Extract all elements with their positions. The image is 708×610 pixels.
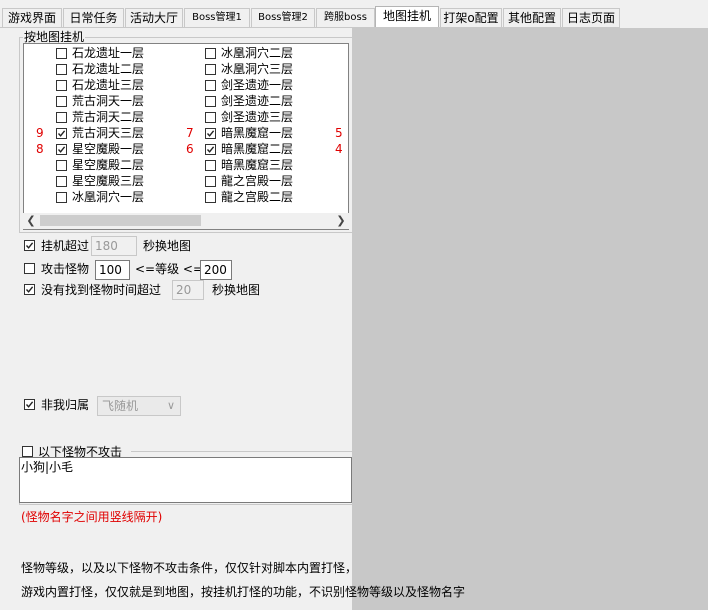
map-order-number: 6 bbox=[186, 142, 194, 156]
exclude-monster-textarea[interactable]: 小狗|小毛 bbox=[19, 457, 352, 503]
map-checkbox[interactable] bbox=[56, 80, 67, 91]
map-item-label: 荒古洞天三层 bbox=[72, 126, 145, 140]
map-item-label: 冰凰洞穴一层 bbox=[72, 190, 145, 204]
map-checkbox[interactable] bbox=[56, 144, 67, 155]
map-checkbox[interactable] bbox=[205, 192, 216, 203]
map-item-label: 暗黑魔窟三层 bbox=[221, 158, 294, 172]
map-item-label: 暗黑魔窟二层 bbox=[221, 142, 294, 156]
map-item-label: 石龙遗址一层 bbox=[72, 46, 145, 60]
exclude-checkbox[interactable] bbox=[22, 446, 33, 457]
no-monster-label: 没有找到怪物时间超过 bbox=[41, 283, 162, 297]
map-item-label: 冰凰洞穴三层 bbox=[221, 62, 294, 76]
map-item-label: 石龙遗址三层 bbox=[72, 78, 145, 92]
map-checkbox[interactable] bbox=[56, 192, 67, 203]
hang-over-checkbox[interactable] bbox=[24, 240, 35, 251]
empty-pane bbox=[352, 28, 708, 610]
map-item-label: 剑圣遗迹一层 bbox=[221, 78, 294, 92]
map-checkbox[interactable] bbox=[205, 96, 216, 107]
chevron-down-icon: ∨ bbox=[166, 399, 175, 412]
map-checkbox[interactable] bbox=[205, 176, 216, 187]
tab-activity-hall[interactable]: 活动大厅 bbox=[125, 8, 183, 27]
map-item-label: 暗黑魔窟一层 bbox=[221, 126, 294, 140]
tab-fight-config[interactable]: 打架o配置 bbox=[440, 8, 502, 27]
note-line-1: 怪物等级，以及以下怪物不攻击条件，仅仅针对脚本内置打怪， bbox=[21, 561, 358, 575]
tab-cross-server-boss[interactable]: 跨服boss bbox=[316, 8, 375, 27]
hang-over-suffix: 秒换地图 bbox=[143, 239, 192, 253]
map-item-label: 荒古洞天一层 bbox=[72, 94, 145, 108]
map-item-label: 星空魔殿一层 bbox=[72, 142, 145, 156]
map-checkbox[interactable] bbox=[56, 96, 67, 107]
exclude-hint: (怪物名字之间用竖线隔开) bbox=[21, 510, 163, 524]
map-checkbox[interactable] bbox=[205, 128, 216, 139]
scroll-thumb[interactable] bbox=[40, 215, 201, 226]
map-item-label: 剑圣遗迹二层 bbox=[221, 94, 294, 108]
map-checkbox[interactable] bbox=[56, 128, 67, 139]
hang-over-label: 挂机超过 bbox=[41, 239, 90, 253]
not-mine-select-value: 飞随机 bbox=[102, 399, 139, 413]
map-item-label: 冰凰洞穴二层 bbox=[221, 46, 294, 60]
map-list[interactable]: 石龙遗址一层 石龙遗址二层 石龙遗址三层 荒古洞天一层 荒古洞天二层 荒古洞天三层 9 星空魔… bbox=[23, 43, 349, 230]
tab-log-page[interactable]: 日志页面 bbox=[562, 8, 620, 27]
map-order-number: 4 bbox=[335, 142, 343, 156]
map-checkbox[interactable] bbox=[205, 160, 216, 171]
map-order-number: 9 bbox=[36, 126, 44, 140]
attack-monster-label: 攻击怪物 bbox=[41, 262, 90, 276]
map-order-number: 8 bbox=[36, 142, 44, 156]
scroll-left-icon[interactable]: ❮ bbox=[23, 213, 39, 229]
note-line-2: 游戏内置打怪，仅仅就是到地图，按挂机打怪的功能，不识别怪物等级以及怪物名字 bbox=[21, 585, 466, 599]
map-group-title: 按地图挂机 bbox=[23, 30, 86, 44]
hang-over-seconds-input[interactable]: 180 bbox=[91, 236, 137, 256]
map-checkbox[interactable] bbox=[205, 80, 216, 91]
no-monster-seconds-input[interactable]: 20 bbox=[172, 280, 204, 300]
not-mine-checkbox[interactable] bbox=[24, 399, 35, 410]
tab-boss-manage-2[interactable]: Boss管理2 bbox=[251, 8, 315, 27]
horizontal-scrollbar[interactable]: ❮ ❯ bbox=[23, 213, 349, 229]
map-item-label: 星空魔殿二层 bbox=[72, 158, 145, 172]
scroll-right-icon[interactable]: ❯ bbox=[333, 213, 349, 229]
tab-map-hang[interactable]: 地图挂机 bbox=[375, 6, 439, 28]
map-item-label: 龍之宫殿二层 bbox=[221, 190, 294, 204]
tab-bar: 游戏界面 日常任务 活动大厅 Boss管理1 Boss管理2 跨服boss 地图… bbox=[0, 0, 708, 28]
not-mine-select[interactable]: 飞随机 ∨ bbox=[97, 396, 181, 416]
map-item-label: 剑圣遗迹三层 bbox=[221, 110, 294, 124]
level-min-input[interactable]: 100 bbox=[95, 260, 130, 280]
not-mine-label: 非我归属 bbox=[41, 398, 90, 412]
tab-daily-tasks[interactable]: 日常任务 bbox=[63, 8, 124, 27]
level-range-label: <=等级 <= bbox=[135, 262, 204, 276]
map-checkbox[interactable] bbox=[205, 112, 216, 123]
no-monster-suffix: 秒换地图 bbox=[212, 283, 261, 297]
map-checkbox[interactable] bbox=[205, 144, 216, 155]
tab-other-config[interactable]: 其他配置 bbox=[503, 8, 561, 27]
map-item-label: 荒古洞天二层 bbox=[72, 110, 145, 124]
no-monster-checkbox[interactable] bbox=[24, 284, 35, 295]
map-checkbox[interactable] bbox=[56, 176, 67, 187]
level-max-input[interactable]: 200 bbox=[200, 260, 232, 280]
map-checkbox[interactable] bbox=[56, 112, 67, 123]
map-order-number: 5 bbox=[335, 126, 343, 140]
tab-game-ui[interactable]: 游戏界面 bbox=[2, 8, 62, 27]
map-checkbox[interactable] bbox=[205, 64, 216, 75]
map-order-number: 7 bbox=[186, 126, 194, 140]
map-checkbox[interactable] bbox=[205, 48, 216, 59]
map-checkbox[interactable] bbox=[56, 48, 67, 59]
map-checkbox[interactable] bbox=[56, 160, 67, 171]
map-checkbox[interactable] bbox=[56, 64, 67, 75]
attack-monster-checkbox[interactable] bbox=[24, 263, 35, 274]
map-item-label: 石龙遗址二层 bbox=[72, 62, 145, 76]
map-item-label: 龍之宫殿一层 bbox=[221, 174, 294, 188]
map-item-label: 星空魔殿三层 bbox=[72, 174, 145, 188]
tab-boss-manage-1[interactable]: Boss管理1 bbox=[184, 8, 250, 27]
